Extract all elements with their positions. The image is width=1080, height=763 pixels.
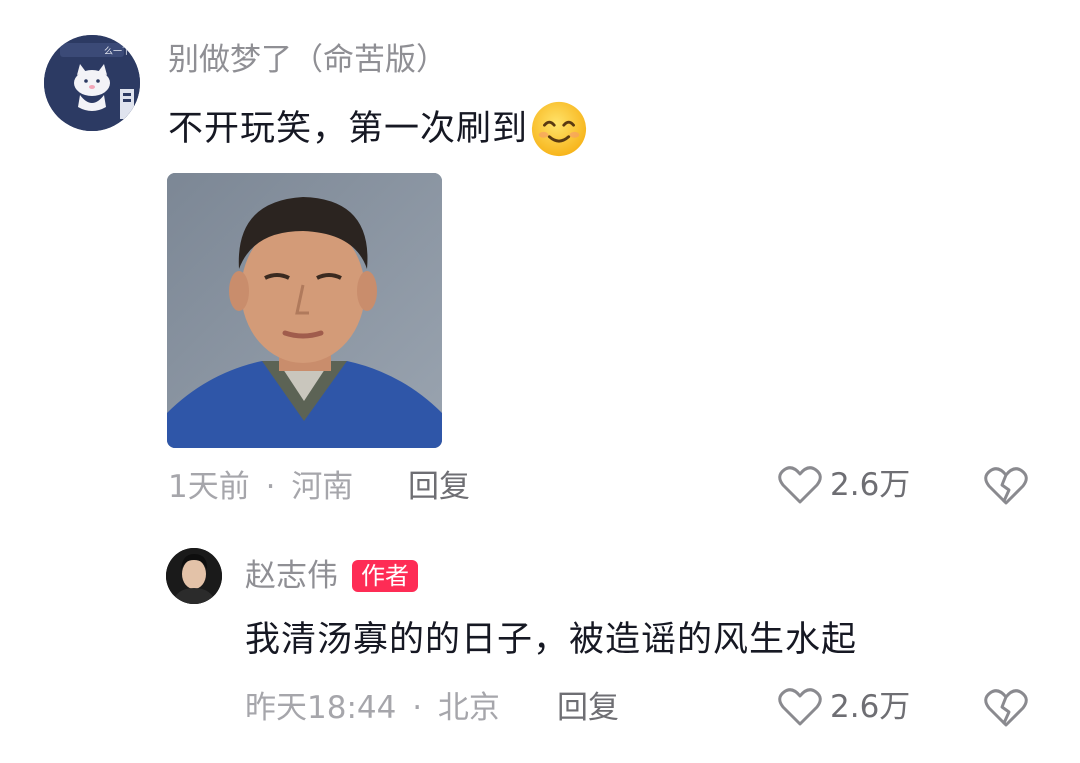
- reply-time: 昨天18:44: [245, 690, 397, 726]
- comment-meta: 1天前 · 河南: [168, 467, 353, 507]
- commenter-avatar[interactable]: 么一下: [44, 35, 140, 131]
- smiling-face-emoji-icon: [531, 101, 587, 157]
- comment-location: 河南: [291, 469, 354, 505]
- broken-heart-icon: [984, 689, 1028, 727]
- reply-reply-button[interactable]: 回复: [557, 688, 619, 728]
- reply-location: 北京: [437, 690, 500, 726]
- comment-reply-button[interactable]: 回复: [408, 467, 470, 507]
- reply-like-button[interactable]: 2.6万: [778, 687, 910, 727]
- comment-like-count: 2.6万: [830, 467, 911, 503]
- portrait-photo: [167, 173, 442, 448]
- comment-body: 不开玩笑，第一次刷到: [168, 100, 588, 158]
- reply-like-count: 2.6万: [830, 689, 911, 725]
- reply-dislike-button[interactable]: [984, 688, 1028, 732]
- comment-time: 1天前: [168, 469, 250, 505]
- comment-like-button[interactable]: 2.6万: [778, 465, 910, 505]
- comment-text: 不开玩笑，第一次刷到: [168, 109, 529, 149]
- comment-dislike-button[interactable]: [984, 466, 1028, 510]
- meta-separator: ·: [265, 469, 276, 505]
- broken-heart-icon: [984, 467, 1028, 505]
- reply-text: 我清汤寡的的日子，被造谣的风生水起: [245, 620, 858, 660]
- reply-header: 赵志伟 作者: [245, 556, 418, 596]
- heart-outline-icon: [778, 466, 822, 504]
- author-username[interactable]: 赵志伟: [245, 556, 338, 596]
- author-avatar[interactable]: [166, 548, 222, 604]
- comment-attached-photo[interactable]: [167, 173, 442, 448]
- cat-avatar-image: 么一下: [44, 35, 140, 131]
- avatar-badge-text: 么一下: [104, 46, 131, 57]
- meta-separator: ·: [412, 690, 423, 726]
- heart-outline-icon: [778, 688, 822, 726]
- reply-meta: 昨天18:44 · 北京: [245, 688, 500, 728]
- author-avatar-image: [166, 548, 222, 604]
- commenter-username[interactable]: 别做梦了（命苦版）: [168, 40, 447, 80]
- author-badge: 作者: [352, 560, 418, 592]
